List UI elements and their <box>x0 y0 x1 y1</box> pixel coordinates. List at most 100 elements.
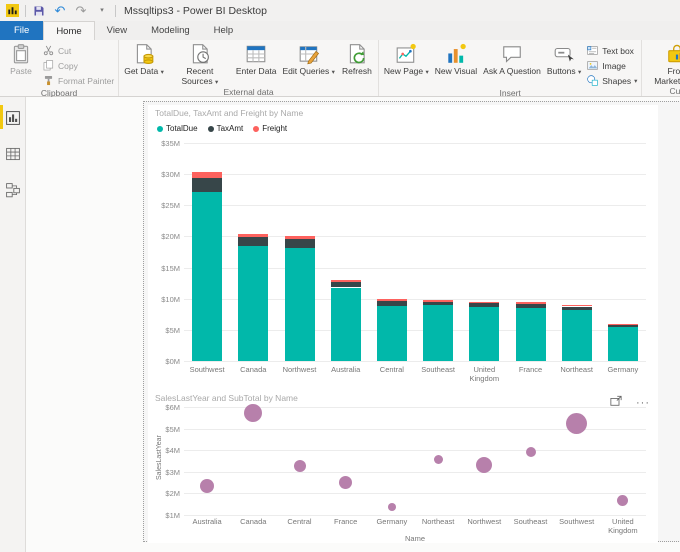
save-icon[interactable] <box>31 3 47 19</box>
stacked-bar-chart-visual[interactable]: TotalDue, TaxAmt and Freight by NameTota… <box>148 105 658 390</box>
bar-segment-totaldue[interactable] <box>469 307 499 361</box>
new-visual-icon <box>445 43 467 65</box>
button-label: Edit Queries ▾ <box>283 67 335 78</box>
scatter-bubble[interactable] <box>294 460 306 472</box>
x-axis-label: France <box>507 366 553 375</box>
tab-file[interactable]: File <box>0 21 43 40</box>
bar-segment-totaldue[interactable] <box>423 305 453 361</box>
scatter-chart-visual[interactable]: SalesLastYear and SubTotal by Name ··· $1M… <box>148 390 658 543</box>
get-data-button[interactable]: Get Data ▾ <box>121 41 167 87</box>
copy-button[interactable]: Copy <box>42 58 114 73</box>
scatter-bubble[interactable] <box>200 479 214 493</box>
data-view-icon <box>5 146 21 162</box>
bar-segment-totaldue[interactable] <box>331 288 361 361</box>
bar-segment-freight[interactable] <box>608 324 638 325</box>
from-marketplace-button[interactable]: From Marketplace <box>644 41 680 86</box>
bar-segment-taxamt[interactable] <box>423 302 453 305</box>
bar-segment-totaldue[interactable] <box>377 306 407 361</box>
scatter-bubble[interactable] <box>244 404 262 422</box>
format-painter-button[interactable]: Format Painter <box>42 73 114 88</box>
bar-segment-freight[interactable] <box>423 300 453 302</box>
legend-item-totaldue: TotalDue <box>157 124 198 133</box>
sidebar-item-model-view[interactable] <box>0 175 25 205</box>
more-options-icon[interactable]: ··· <box>636 399 650 407</box>
bar-segment-totaldue[interactable] <box>608 327 638 361</box>
paste-button[interactable]: Paste <box>2 41 40 88</box>
bar-segment-freight[interactable] <box>285 236 315 239</box>
ask-a-question-button[interactable]: Ask A Question <box>480 41 544 88</box>
scatter-bubble[interactable] <box>339 476 352 489</box>
buttons-button[interactable]: Buttons ▾ <box>544 41 584 88</box>
legend-item-freight: Freight <box>253 124 287 133</box>
bar-segment-taxamt[interactable] <box>285 239 315 248</box>
tab-help[interactable]: Help <box>202 21 246 40</box>
window-title: Mssqltips3 - Power BI Desktop <box>124 5 267 17</box>
shapes-button[interactable]: Shapes▾ <box>586 73 637 88</box>
scatter-bubble[interactable] <box>526 447 536 457</box>
bar-segment-freight[interactable] <box>469 302 499 303</box>
tab-view[interactable]: View <box>95 21 139 40</box>
toolbar-dropdown-icon[interactable]: ▾ <box>94 3 110 19</box>
ribbon-group-custom-visuals: From MarketplaceFrom FileCustom visuals <box>642 40 680 96</box>
dropdown-caret-icon: ▾ <box>578 69 581 76</box>
report-canvas[interactable]: TotalDue, TaxAmt and Freight by NameTota… <box>26 97 680 552</box>
x-axis-label: Australia <box>323 366 369 375</box>
bar-segment-taxamt[interactable] <box>331 282 361 287</box>
new-page-button[interactable]: New Page ▾ <box>381 41 432 88</box>
bar-segment-taxamt[interactable] <box>516 304 546 308</box>
bar-segment-taxamt[interactable] <box>238 237 268 246</box>
bar-segment-taxamt[interactable] <box>192 178 222 192</box>
image-button[interactable]: Image <box>586 58 637 73</box>
bar-segment-totaldue[interactable] <box>516 308 546 361</box>
undo-icon[interactable]: ↶ <box>52 3 68 19</box>
dropdown-caret-icon: ▾ <box>161 69 164 76</box>
button-label: Ask A Question <box>483 67 541 77</box>
bar-segment-taxamt[interactable] <box>377 301 407 305</box>
refresh-button[interactable]: Refresh <box>338 41 376 87</box>
y-axis-tick: $5M <box>152 326 180 335</box>
x-axis-label: Germany <box>369 518 415 527</box>
tab-home[interactable]: Home <box>43 21 94 40</box>
tab-modeling[interactable]: Modeling <box>139 21 202 40</box>
bar-segment-freight[interactable] <box>192 172 222 178</box>
x-axis-label: Canada <box>230 366 276 375</box>
bar-segment-freight[interactable] <box>516 302 546 304</box>
report-view-icon <box>5 110 21 126</box>
bar-segment-taxamt[interactable] <box>562 307 592 310</box>
report-page[interactable]: TotalDue, TaxAmt and Freight by NameTota… <box>143 101 680 542</box>
paste-icon <box>10 43 32 65</box>
enter-data-button[interactable]: Enter Data <box>233 41 280 87</box>
text-box-button[interactable]: Text box <box>586 43 637 58</box>
bar-segment-totaldue[interactable] <box>192 192 222 361</box>
bar-segment-totaldue[interactable] <box>562 310 592 361</box>
scatter-bubble[interactable] <box>566 413 587 434</box>
x-axis-label: Southeast <box>507 518 553 527</box>
gridline <box>184 515 646 516</box>
button-label: Image <box>602 61 626 71</box>
redo-icon[interactable]: ↷ <box>73 3 89 19</box>
y-axis-tick: $0M <box>152 357 180 366</box>
new-visual-button[interactable]: New Visual <box>432 41 480 88</box>
sidebar-item-report-view[interactable] <box>0 103 25 133</box>
y-axis-tick: $1M <box>152 511 180 520</box>
scatter-bubble[interactable] <box>617 495 628 506</box>
chart-title: SalesLastYear and SubTotal by Name <box>155 393 298 403</box>
bar-segment-taxamt[interactable] <box>469 303 499 307</box>
scatter-bubble[interactable] <box>388 503 396 511</box>
bar-segment-freight[interactable] <box>238 234 268 237</box>
bar-segment-taxamt[interactable] <box>608 325 638 327</box>
edit-queries-button[interactable]: Edit Queries ▾ <box>280 41 338 87</box>
focus-mode-icon[interactable] <box>610 394 622 412</box>
y-axis-title: SalesLastYear <box>156 435 163 480</box>
recent-sources-button[interactable]: Recent Sources ▾ <box>167 41 233 87</box>
powerbi-app-icon <box>4 3 20 19</box>
sidebar-item-data-view[interactable] <box>0 139 25 169</box>
cut-button[interactable]: Cut <box>42 43 114 58</box>
ribbon: PasteCutCopyFormat PainterClipboardGet D… <box>0 40 680 97</box>
bar-segment-totaldue[interactable] <box>285 248 315 361</box>
scatter-bubble[interactable] <box>434 455 443 464</box>
bar-segment-freight[interactable] <box>562 305 592 307</box>
bar-segment-totaldue[interactable] <box>238 246 268 361</box>
bar-segment-freight[interactable] <box>331 280 361 282</box>
bar-segment-freight[interactable] <box>377 299 407 301</box>
